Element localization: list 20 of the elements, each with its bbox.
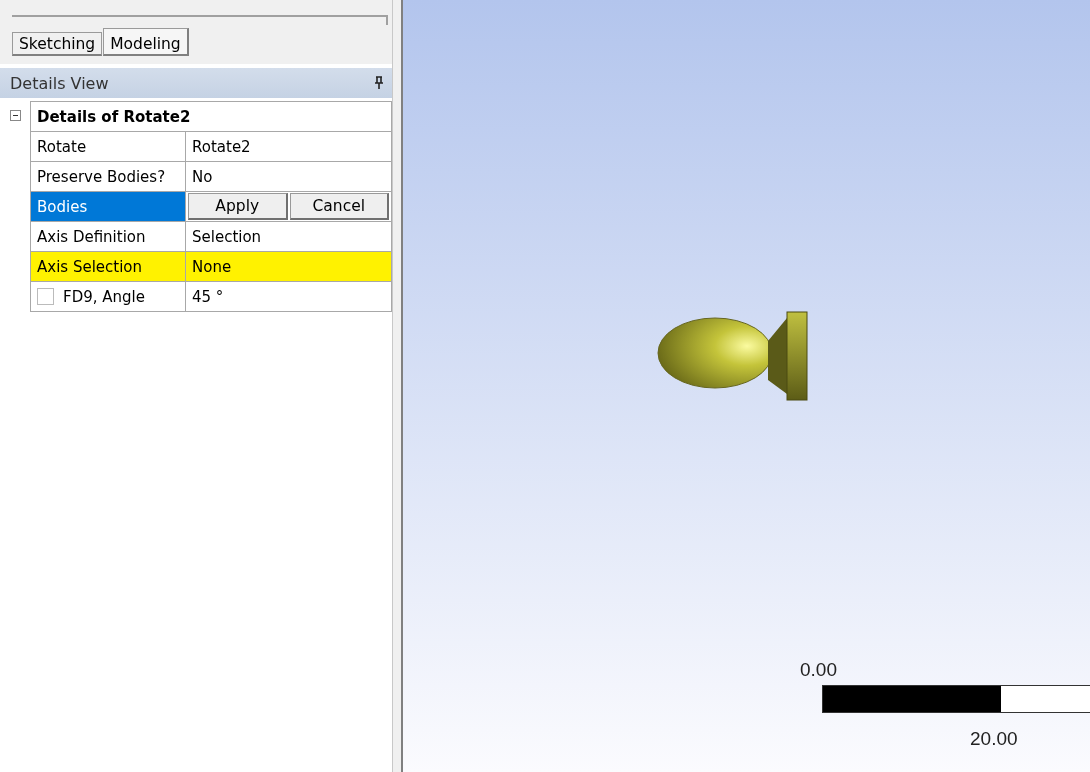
property-value[interactable]: No [186,161,391,191]
panel-title: Details View [10,73,109,93]
action-button[interactable]: Apply [188,193,288,220]
splitter[interactable] [392,0,403,772]
property-label: FD9, Angle [63,287,145,306]
property-value[interactable]: Rotate2 [186,131,391,161]
collapse-toggle[interactable] [9,110,21,121]
action-button[interactable]: Cancel [289,193,389,220]
tab[interactable]: Sketching [12,32,103,56]
property-name[interactable]: Rotate [31,131,186,161]
property-value[interactable]: None [186,251,391,281]
property-name[interactable]: Bodies [31,191,186,221]
checkbox[interactable] [37,288,54,305]
group-header: Details of Rotate2 [31,101,391,131]
scale-label: 20.00 [970,728,1018,750]
scale-label: 0.00 [800,659,837,681]
property-name[interactable]: Axis Selection [31,251,186,281]
pin-icon[interactable] [374,76,384,90]
tab[interactable]: Modeling [103,28,189,56]
property-value[interactable]: 45 ° [186,281,391,311]
